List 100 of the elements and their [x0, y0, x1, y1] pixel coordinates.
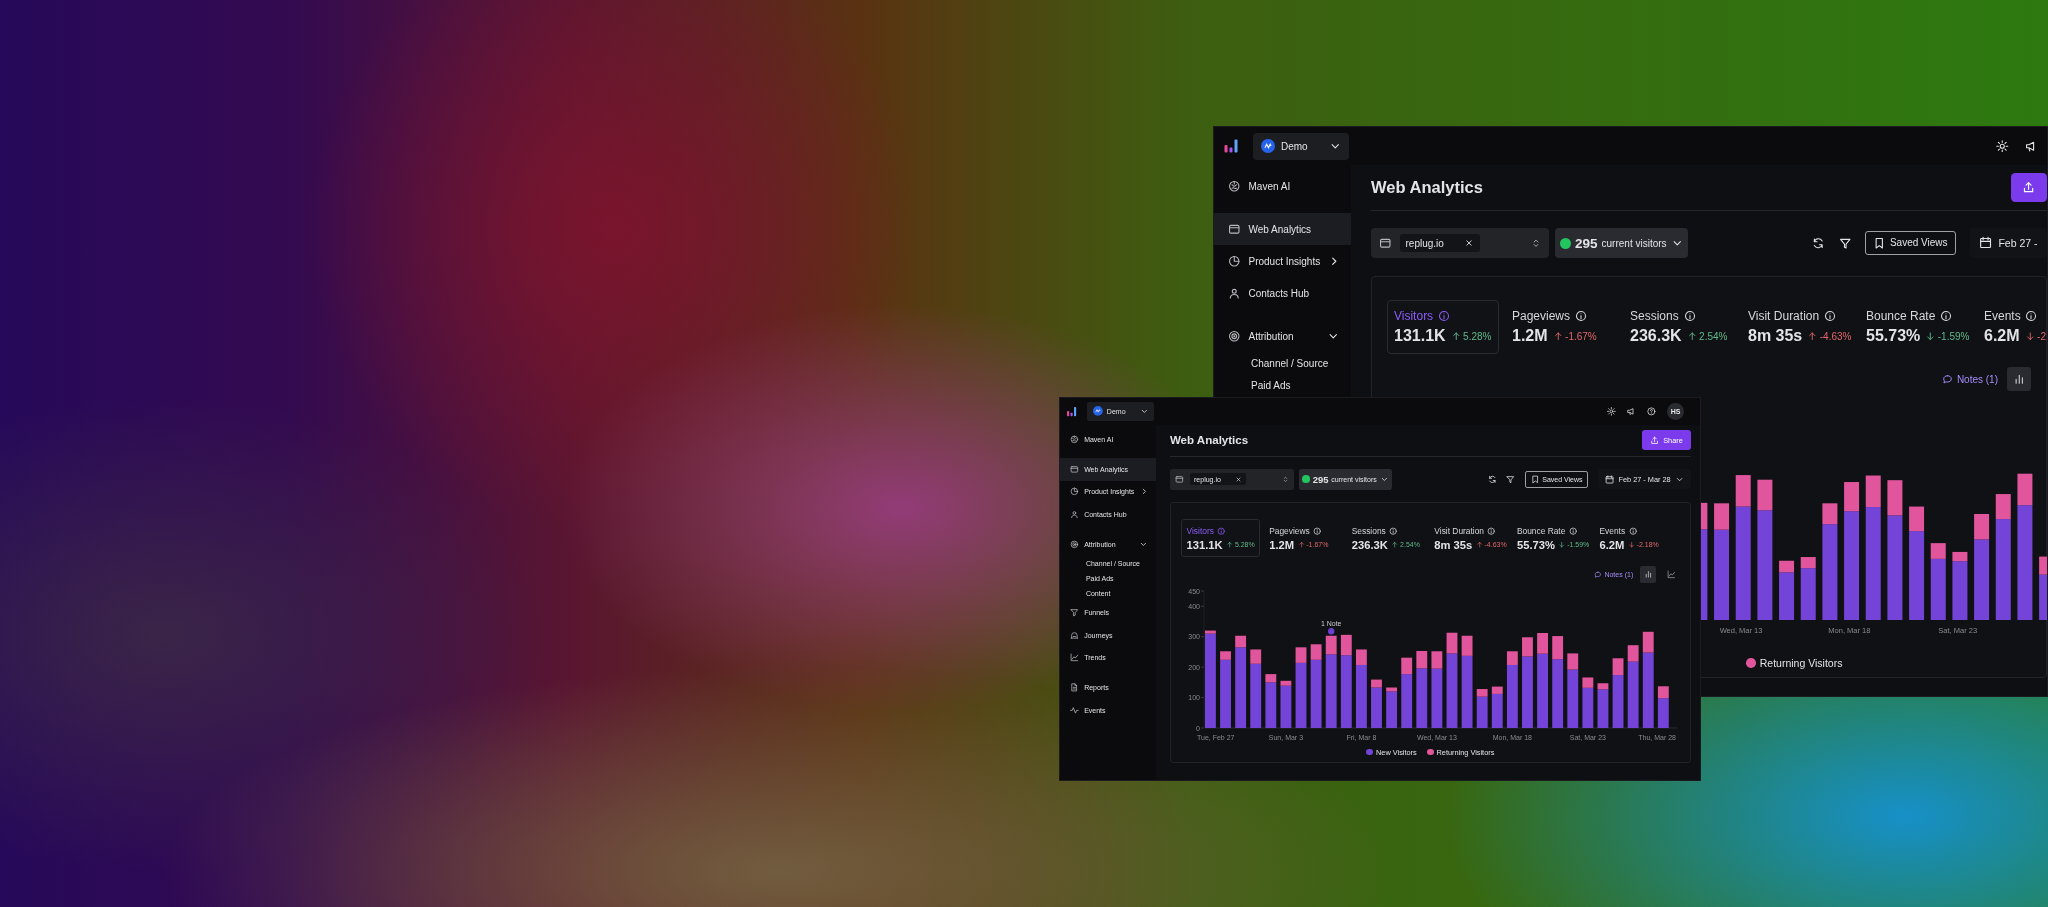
- sun-icon[interactable]: [1607, 406, 1617, 416]
- sidebar-subitem[interactable]: Channel / Source: [1214, 352, 1351, 374]
- upload-icon: [2022, 180, 2036, 195]
- target-icon: [1228, 329, 1241, 343]
- metric-label: Bounce Rate: [1516, 525, 1566, 536]
- info-icon: [1568, 526, 1578, 536]
- info-icon: [1389, 526, 1398, 536]
- browser-icon: [1379, 236, 1392, 250]
- metric-label: Visit Duration: [1748, 309, 1820, 323]
- notes-button[interactable]: Notes (1): [1941, 373, 1998, 385]
- metric-value: 6.2M: [1599, 538, 1625, 551]
- metric-card[interactable]: Pageviews 1.2M -1.67%: [1505, 300, 1623, 354]
- logo-icon: [1066, 405, 1078, 417]
- info-icon: [1217, 526, 1226, 536]
- domain-select[interactable]: replug.io: [1371, 228, 1549, 258]
- metric-change: 2.54%: [1699, 330, 1728, 342]
- pie-chart-icon: [1069, 487, 1079, 497]
- line-chart-icon: [1666, 570, 1676, 580]
- close-icon[interactable]: [1234, 475, 1242, 483]
- metric-label: Events: [1984, 309, 2021, 323]
- metric-change: -1.67%: [1565, 330, 1597, 342]
- info-icon: [1437, 310, 1450, 322]
- sidebar-item[interactable]: Contacts Hub: [1214, 277, 1351, 309]
- metric-change: 5.28%: [1463, 330, 1492, 342]
- refresh-icon[interactable]: [1487, 474, 1497, 484]
- bar-chart-icon: [1643, 570, 1653, 580]
- sidebar-subitem[interactable]: Paid Ads: [1214, 374, 1351, 396]
- megaphone-icon[interactable]: [1627, 406, 1636, 416]
- metric-value: 131.1K: [1186, 538, 1223, 551]
- live-visitors-button[interactable]: 295 current visitors: [1555, 228, 1689, 258]
- metric-value: 8m 35s: [1748, 327, 1803, 345]
- browser-icon: [1175, 474, 1185, 484]
- metric-value: 131.1K: [1394, 327, 1446, 345]
- metric-change: -1.59%: [1937, 330, 1970, 342]
- calendar-icon: [1979, 236, 1993, 250]
- info-icon: [1628, 526, 1637, 536]
- megaphone-icon[interactable]: [2024, 139, 2037, 153]
- chat-bubble-icon: [1593, 571, 1602, 579]
- person-icon: [1228, 286, 1241, 300]
- target-icon: [1069, 539, 1079, 549]
- sidebar-item[interactable]: Maven AI: [1214, 170, 1351, 202]
- bookmark-icon: [1530, 474, 1540, 484]
- line-chart-icon: [1069, 653, 1079, 662]
- metric-label: Events: [1599, 525, 1626, 536]
- metric-label: Sessions: [1351, 525, 1386, 536]
- close-icon[interactable]: [1463, 238, 1474, 248]
- note-marker-icon[interactable]: [1328, 628, 1335, 635]
- saved-views-button[interactable]: Saved Views: [1865, 231, 1956, 255]
- pie-chart-icon: [1228, 254, 1241, 268]
- metric-change: -2: [2037, 330, 2046, 342]
- metric-change: -4.63%: [1819, 330, 1852, 342]
- filter-icon[interactable]: [1506, 474, 1515, 484]
- metric-value: 1.2M: [1269, 538, 1295, 551]
- metric-value: 55.73%: [1516, 538, 1555, 551]
- legend-label: Returning Visitors: [1759, 657, 1843, 669]
- metric-value: 236.3K: [1351, 538, 1388, 551]
- date-range-button[interactable]: Feb 27 -: [1969, 228, 2047, 258]
- sidebar-item[interactable]: Product Insights: [1214, 245, 1351, 277]
- metric-card[interactable]: Visitors 131.1K 5.28%: [1387, 300, 1499, 354]
- metric-value: 8m 35s: [1434, 538, 1473, 551]
- workspace-logo-icon: [1092, 406, 1103, 417]
- sidebar-item[interactable]: Attribution: [1214, 320, 1351, 352]
- sidebar-item[interactable]: Web Analytics: [1214, 213, 1351, 245]
- metric-value: 55.73%: [1866, 327, 1921, 345]
- calendar-icon: [1604, 474, 1615, 484]
- metric-value: 1.2M: [1512, 327, 1548, 345]
- page-title: Web Analytics: [1371, 178, 1483, 197]
- bar-chart-icon: [2012, 372, 2026, 386]
- help-icon[interactable]: [1647, 406, 1656, 416]
- metric-card[interactable]: Sessions 236.3K 2.54%: [1623, 300, 1741, 354]
- bar-chart-toggle[interactable]: [2007, 367, 2031, 391]
- bar-chart-toggle[interactable]: [1639, 566, 1657, 584]
- metric-value: 6.2M: [1984, 327, 2020, 345]
- browser-icon: [1069, 465, 1079, 474]
- upload-icon: [1650, 435, 1660, 445]
- browser-icon: [1228, 222, 1241, 236]
- filter-icon[interactable]: [1838, 236, 1852, 250]
- domain-chip[interactable]: replug.io: [1399, 234, 1480, 252]
- share-button[interactable]: [2010, 173, 2047, 202]
- metric-label: Visitors: [1186, 525, 1214, 536]
- pulse-icon: [1069, 705, 1079, 715]
- person-icon: [1069, 509, 1079, 519]
- info-icon: [1574, 310, 1587, 322]
- sun-icon[interactable]: [1996, 139, 2009, 153]
- document-icon: [1069, 683, 1079, 692]
- funnel-icon: [1069, 608, 1079, 618]
- metric-label: Visitors: [1394, 309, 1434, 323]
- info-icon: [1487, 526, 1496, 536]
- metric-label: Visit Duration: [1434, 525, 1484, 536]
- refresh-icon[interactable]: [1812, 236, 1825, 250]
- info-icon: [1313, 526, 1322, 536]
- metric-label: Pageviews: [1269, 525, 1310, 536]
- info-icon: [2025, 310, 2038, 322]
- metric-card[interactable]: Bounce Rate 55.73% -1.59%: [1859, 300, 1977, 354]
- workspace-selector[interactable]: Demo: [1253, 132, 1349, 160]
- metric-card[interactable]: Events 6.2M -2: [1977, 300, 2047, 354]
- info-icon: [1683, 310, 1696, 322]
- metric-label: Bounce Rate: [1866, 309, 1936, 323]
- metric-card[interactable]: Visit Duration 8m 35s -4.63%: [1741, 300, 1859, 354]
- chat-bubble-icon: [1941, 373, 1953, 385]
